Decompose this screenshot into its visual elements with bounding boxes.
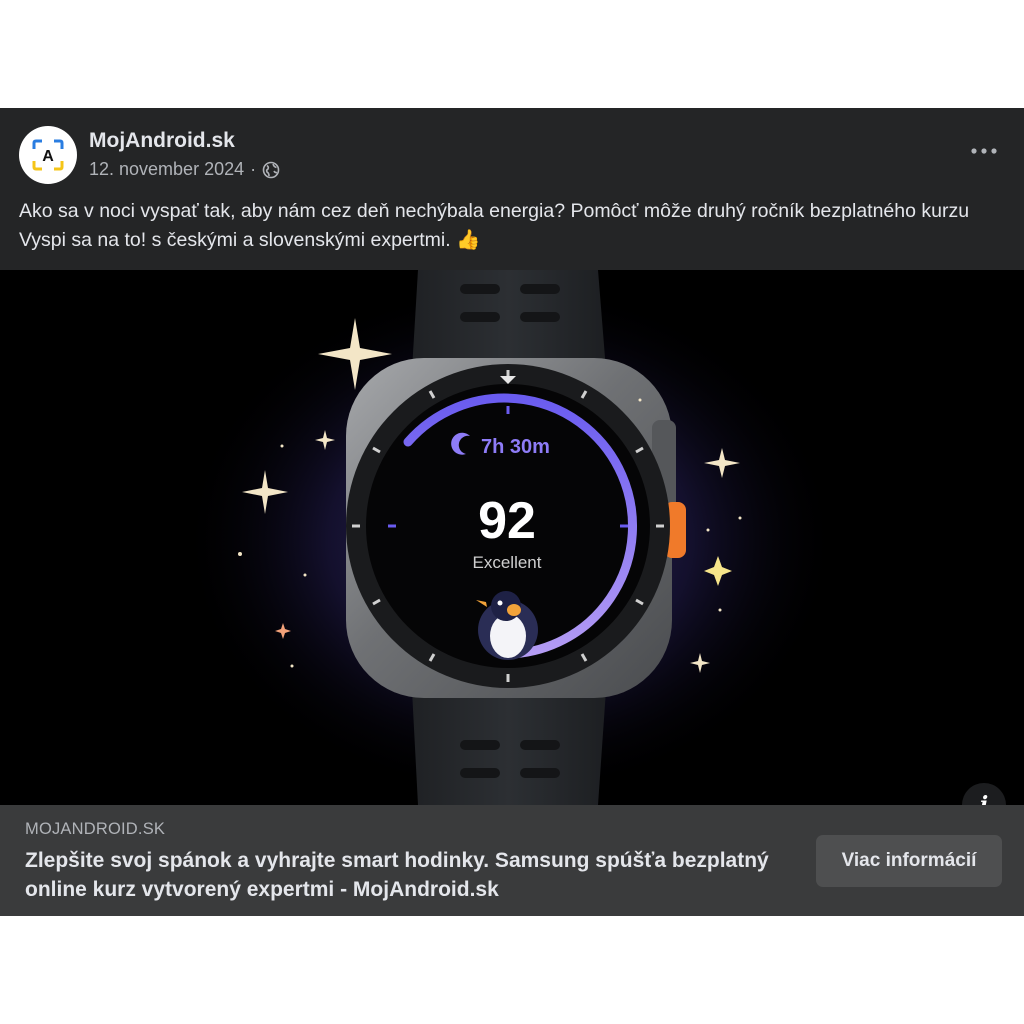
logo-icon: A [32, 139, 64, 171]
sleep-duration: 7h 30m [481, 436, 550, 458]
link-domain: MOJANDROID.SK [25, 820, 166, 838]
link-preview[interactable]: MOJANDROID.SK Zlepšite svoj spánok a vyh… [0, 805, 1024, 916]
sleep-rating: Excellent [473, 553, 542, 572]
post-text: Ako sa v noci vyspať tak, aby nám cez de… [19, 200, 970, 251]
link-title[interactable]: Zlepšite svoj spánok a vyhrajte smart ho… [25, 846, 785, 904]
post-meta: 12. november 2024 · [89, 159, 280, 180]
watch-strap-top [412, 270, 606, 370]
post-date[interactable]: 12. november 2024 [89, 159, 244, 180]
sleep-score: 92 [478, 492, 536, 550]
post-image[interactable]: 7h 30m 92 Excellent [0, 270, 1024, 805]
facebook-post: A MojAndroid.sk 12. november 2024 · Ako … [0, 108, 1024, 916]
globe-icon[interactable] [262, 161, 280, 179]
page-avatar[interactable]: A [19, 126, 77, 184]
learn-more-button[interactable]: Viac informácií [816, 835, 1002, 887]
more-options-icon [971, 148, 997, 154]
page-name[interactable]: MojAndroid.sk [89, 129, 235, 153]
logo-letter: A [42, 148, 54, 165]
more-options-button[interactable] [966, 138, 1002, 164]
meta-separator: · [250, 159, 257, 179]
watch-strap-bottom [412, 690, 606, 805]
post-header: A MojAndroid.sk 12. november 2024 · Ako … [0, 108, 1024, 268]
smartwatch-illustration: 7h 30m 92 Excellent [180, 270, 840, 805]
